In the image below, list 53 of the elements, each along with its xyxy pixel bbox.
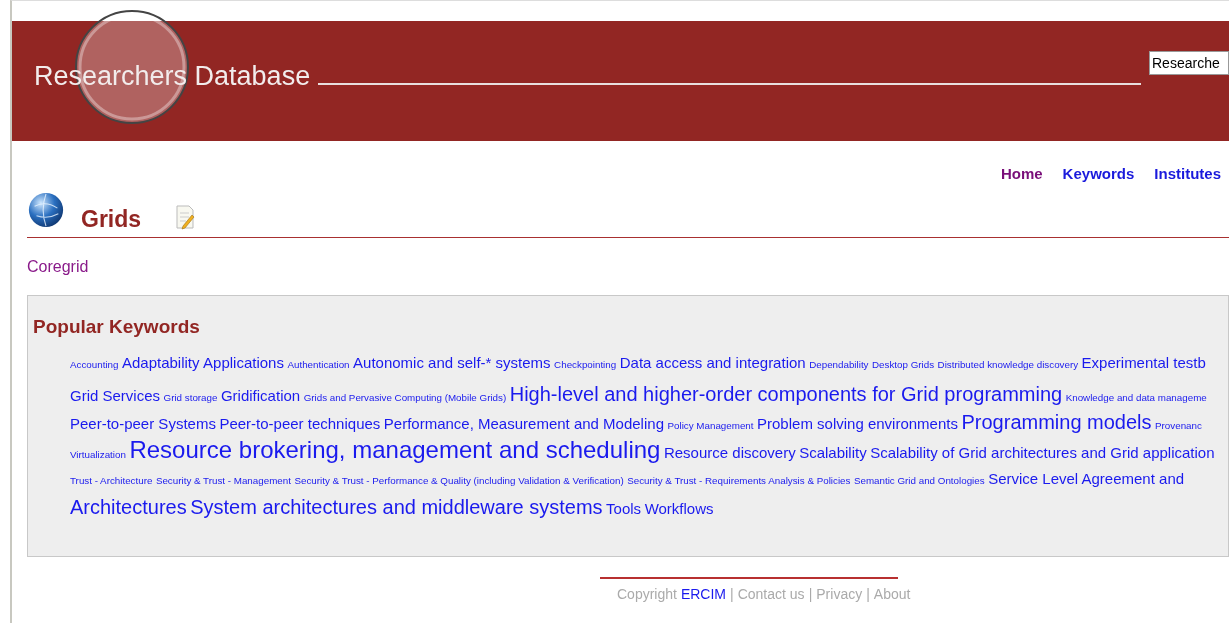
keyword-link[interactable]: Problem solving environments bbox=[757, 415, 958, 432]
keyword-link[interactable]: Semantic Grid and Ontologies bbox=[853, 474, 985, 486]
separator-text: | bbox=[808, 586, 813, 602]
keyword-link[interactable]: Performance, Measurement and Modeling bbox=[383, 415, 664, 432]
globe-icon bbox=[27, 191, 65, 229]
edit-note-icon[interactable] bbox=[174, 204, 197, 230]
keyword-link[interactable]: Authentication bbox=[287, 359, 350, 370]
keyword-link[interactable]: Grid storage bbox=[163, 391, 218, 403]
keyword-link[interactable]: Resource brokering, management and scheduling bbox=[129, 435, 661, 464]
nav-link[interactable]: Keywords bbox=[1062, 165, 1135, 182]
keyword-link[interactable]: Scalability of Grid architectures and Grid application bbox=[870, 443, 1215, 461]
keyword-link[interactable]: Autonomic and self-* systems bbox=[353, 354, 551, 371]
keyword-link[interactable]: Checkpointing bbox=[554, 359, 617, 370]
keyword-link[interactable]: Knowledge and data manageme bbox=[1065, 391, 1207, 403]
keyword-link[interactable]: Experimental testb bbox=[1081, 354, 1206, 371]
search-field[interactable]: Researche bbox=[1149, 51, 1229, 75]
keyword-link[interactable]: Tools bbox=[606, 499, 642, 517]
keyword-link[interactable]: Accounting bbox=[70, 359, 119, 370]
keyword-link[interactable]: Architectures bbox=[70, 495, 187, 519]
section-heading: Popular Keywords bbox=[33, 316, 201, 338]
footer-link[interactable]: ERCIM bbox=[680, 586, 727, 602]
keyword-link[interactable]: Peer-to-peer Systems bbox=[70, 415, 216, 432]
keyword-link[interactable]: Security & Trust - Performance & Quality (including Validation & Verification) bbox=[294, 474, 624, 486]
separator-text: | bbox=[730, 586, 734, 602]
separator-text: | bbox=[866, 586, 870, 602]
keyword-link[interactable]: Dependability bbox=[809, 359, 869, 370]
keyword-link[interactable]: Data access and integration bbox=[619, 354, 806, 371]
keyword-link[interactable]: Provenanc bbox=[1155, 420, 1202, 431]
group-link[interactable]: Coregrid bbox=[27, 258, 89, 276]
nav-link[interactable]: Home bbox=[1000, 165, 1043, 182]
keyword-link[interactable]: Adaptability bbox=[122, 354, 200, 371]
keyword-link[interactable]: Peer-to-peer techniques bbox=[219, 415, 381, 432]
keyword-link[interactable]: Trust - Architecture bbox=[70, 474, 153, 486]
keyword-link[interactable]: Applications bbox=[203, 354, 284, 371]
keyword-link[interactable]: System architectures and middleware systems bbox=[190, 495, 603, 519]
keyword-link[interactable]: Desktop Grids bbox=[872, 359, 935, 370]
keyword-link[interactable]: Security & Trust - Management bbox=[155, 474, 291, 486]
keyword-link[interactable]: Distributed knowledge discovery bbox=[937, 359, 1079, 370]
keyword-link[interactable]: Workflows bbox=[644, 499, 714, 517]
keyword-link[interactable]: Service Level Agreement and bbox=[988, 469, 1185, 487]
nav-link[interactable]: Institutes bbox=[1154, 165, 1221, 182]
keyword-link[interactable]: Grids and Pervasive Computing (Mobile Grids) bbox=[303, 391, 507, 403]
keyword-link[interactable]: High-level and higher-order components for Grid programming bbox=[509, 382, 1063, 406]
keyword-link[interactable]: Gridification bbox=[220, 386, 301, 404]
keyword-link[interactable]: Resource discovery bbox=[663, 443, 796, 461]
keyword-link[interactable]: Programming models bbox=[961, 411, 1152, 434]
page-title: Grids bbox=[81, 206, 142, 233]
copyright-text: Copyright bbox=[617, 586, 677, 602]
keyword-link[interactable]: Grid Services bbox=[70, 386, 161, 404]
keyword-link[interactable]: Security & Trust - Requirements Analysis & Policies bbox=[627, 474, 851, 486]
keyword-link[interactable]: Virtualization bbox=[70, 448, 126, 460]
keyword-link[interactable]: Policy Management bbox=[667, 420, 754, 431]
keyword-link[interactable]: Scalability bbox=[799, 443, 867, 461]
